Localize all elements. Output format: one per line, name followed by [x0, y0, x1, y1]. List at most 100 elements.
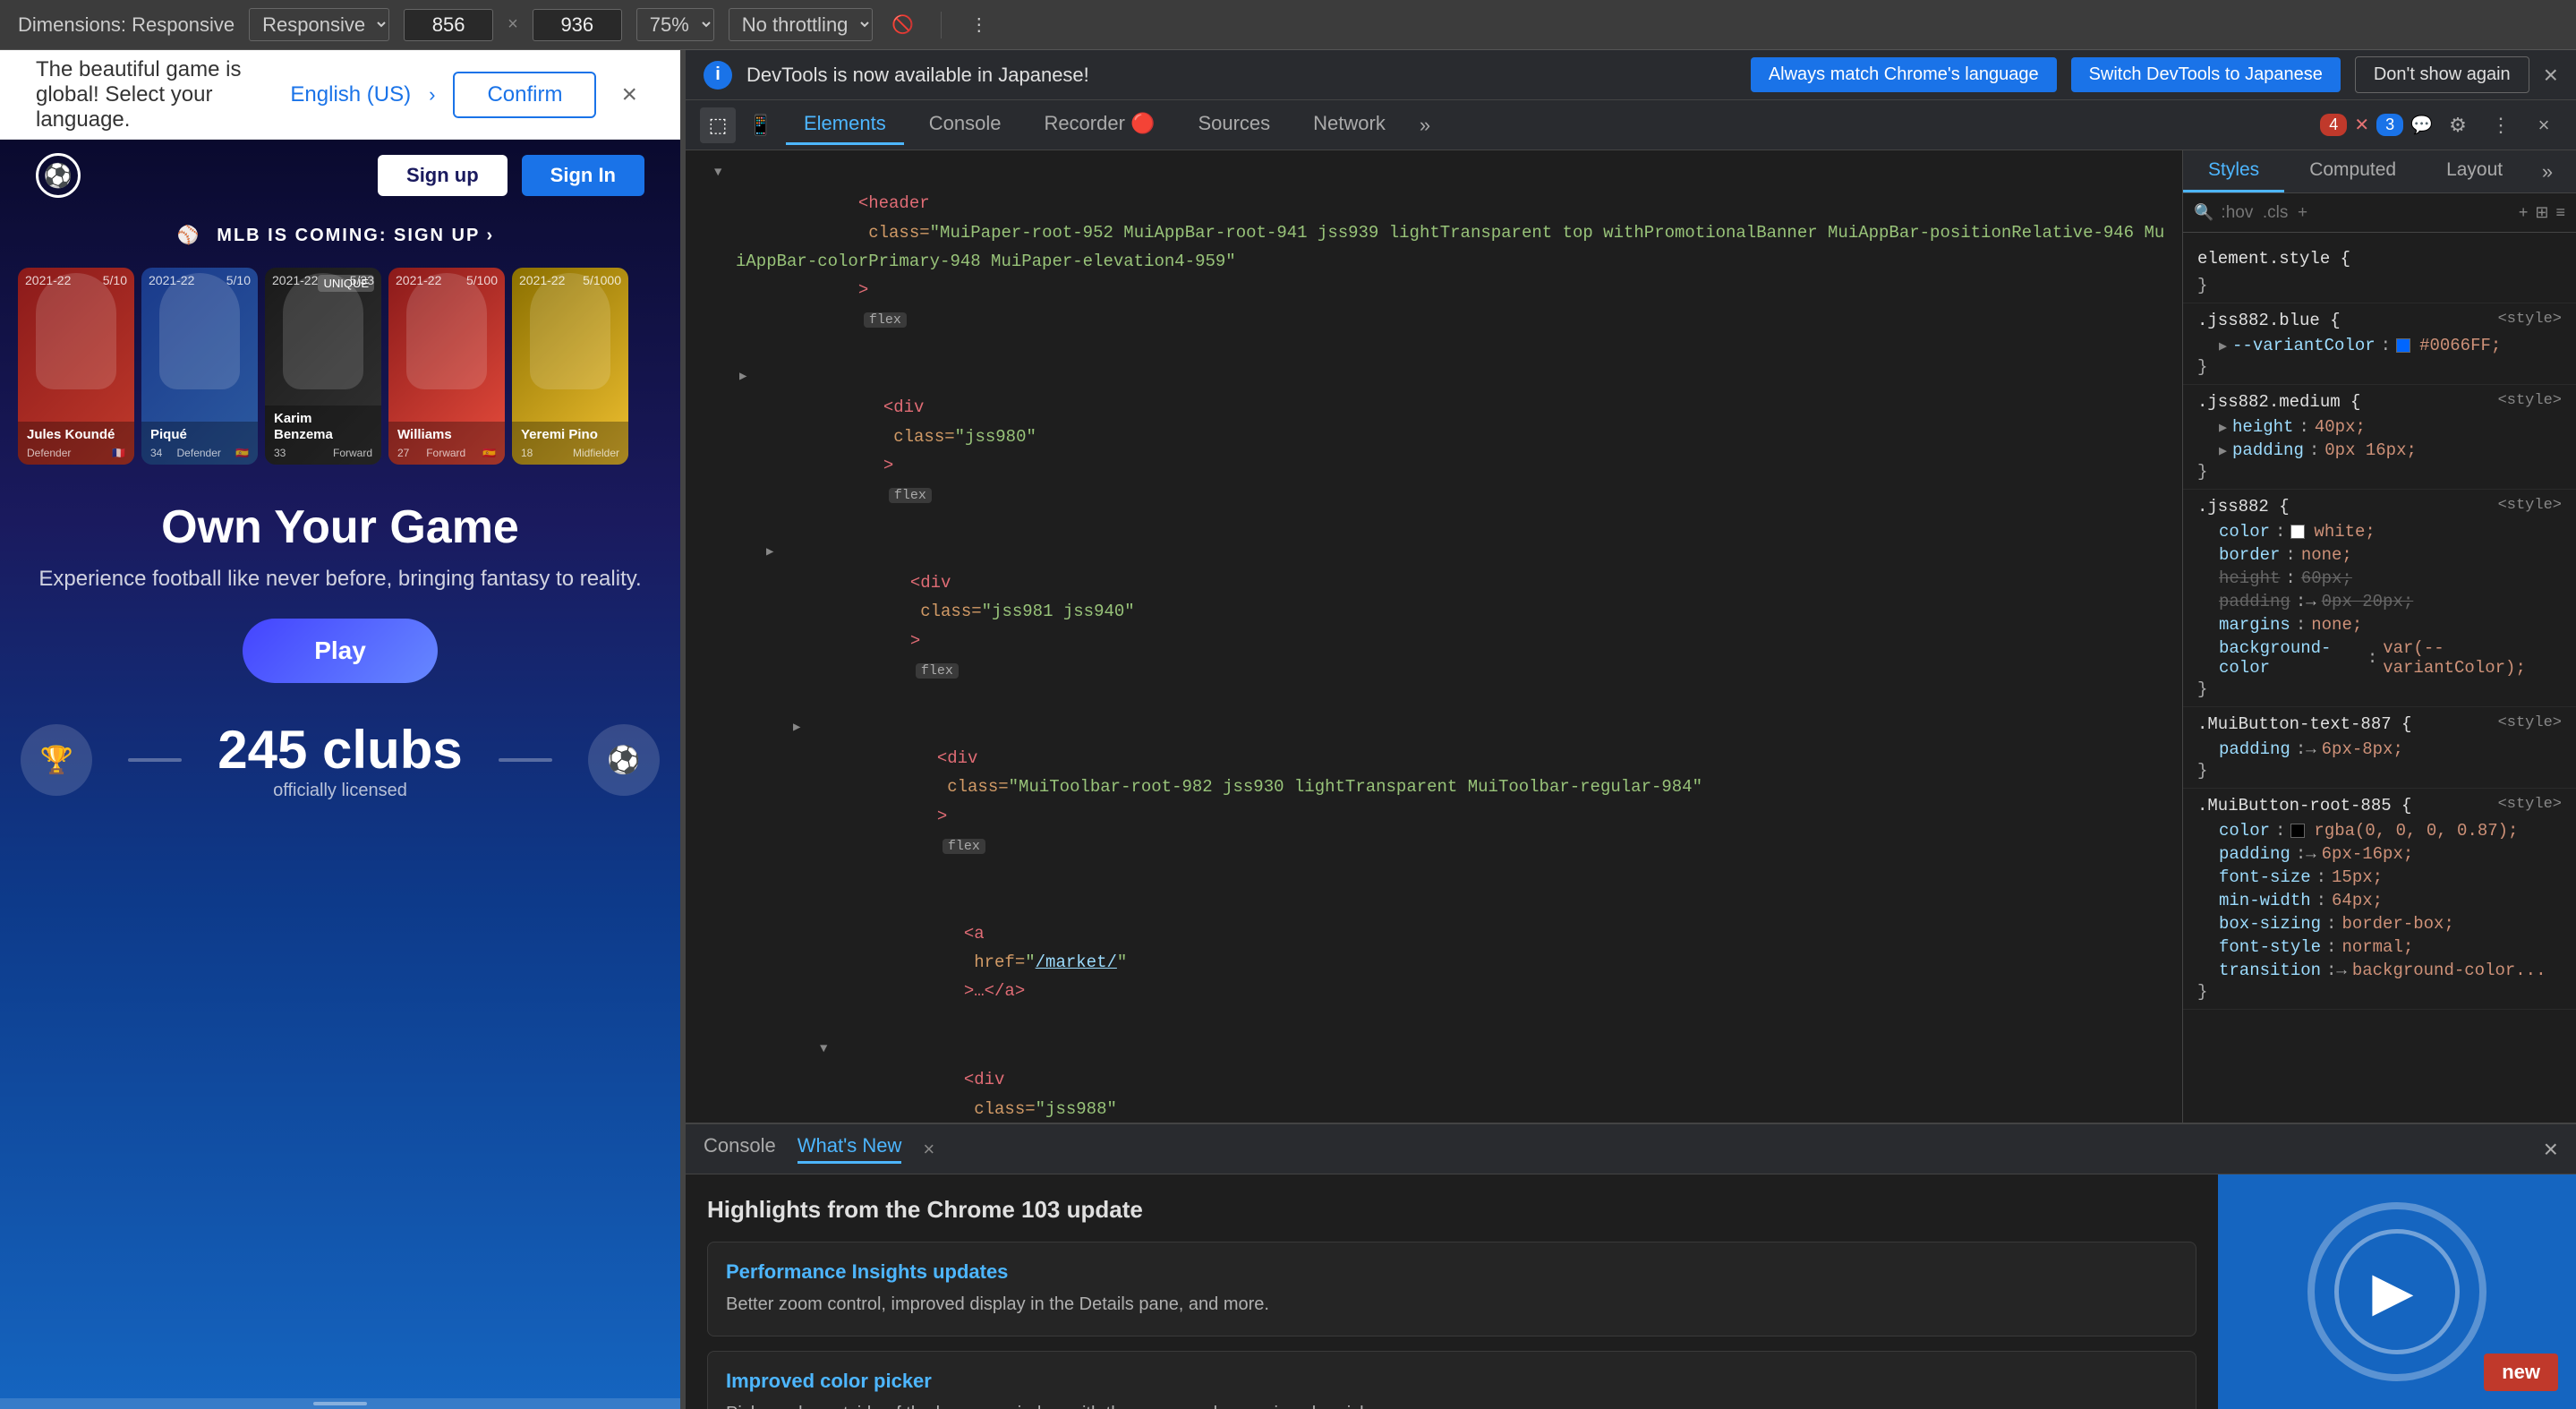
css-colon: :→ — [2296, 739, 2316, 759]
inspect-element-tool[interactable]: ⬚ — [700, 107, 736, 143]
whatsnew-tab-close-button[interactable]: × — [923, 1138, 934, 1161]
club-logo-right: ⚽ — [588, 724, 660, 796]
css-prop-name: color — [2219, 522, 2270, 542]
signup-button[interactable]: Sign up — [378, 155, 508, 196]
css-tab-computed[interactable]: Computed — [2284, 150, 2421, 192]
css-property-strikethrough: height : 60px; — [2197, 567, 2562, 590]
css-prop-name: background-color — [2219, 638, 2362, 678]
player-card[interactable]: 2021-225/10 Jules Koundé Defender🇫🇷 — [18, 268, 134, 465]
color-swatch[interactable] — [2290, 824, 2305, 838]
css-selector: element.style { — [2197, 249, 2562, 269]
main-container: The beautiful game is global! Select you… — [0, 50, 2576, 1409]
css-colon: : — [2367, 648, 2377, 668]
expand-icon[interactable] — [739, 364, 754, 389]
player-card[interactable]: 2021-225/10 Piqué 34Defender🇪🇸 — [141, 268, 258, 465]
html-content: <header class="MuiPaper-root-952 MuiAppB… — [736, 160, 2168, 363]
signin-button[interactable]: Sign In — [522, 155, 644, 196]
html-line[interactable]: <header class="MuiPaper-root-952 MuiAppB… — [686, 159, 2182, 363]
css-colon: : — [2381, 336, 2391, 355]
html-line[interactable]: <div class="jss988" ></div> flex — [686, 1036, 2182, 1123]
color-swatch[interactable] — [2290, 525, 2305, 539]
bottom-tab-console[interactable]: Console — [704, 1134, 776, 1164]
device-emulation-tool[interactable]: 📱 — [743, 107, 779, 143]
css-prop-value: border-box; — [2341, 914, 2453, 934]
css-filter-input[interactable] — [2221, 203, 2511, 223]
language-bar-text: The beautiful game is global! Select you… — [36, 57, 272, 132]
tab-recorder[interactable]: Recorder 🔴 — [1026, 105, 1173, 145]
tab-network[interactable]: Network — [1295, 105, 1403, 145]
card-details: 34Defender🇪🇸 — [150, 447, 249, 459]
play-button[interactable]: Play — [243, 619, 438, 683]
more-css-icon[interactable]: ≡ — [2555, 203, 2565, 222]
css-block-jss882-medium: .jss882.medium { <style> ▶ height : 40px… — [2183, 385, 2576, 490]
player-card[interactable]: 2021-225/100 Williams 27Forward🇪🇸 — [388, 268, 505, 465]
tab-sources[interactable]: Sources — [1180, 105, 1288, 145]
viewport-height-input[interactable]: 936 — [533, 9, 622, 41]
scroll-handle[interactable] — [0, 1398, 680, 1409]
css-panel: Styles Computed Layout » 🔍 + ⊞ ≡ — [2182, 150, 2576, 1123]
css-prop-name: min-width — [2219, 891, 2311, 910]
expand-icon[interactable] — [714, 160, 729, 184]
throttling-dropdown[interactable]: No throttling — [729, 8, 873, 41]
dont-show-again-button[interactable]: Don't show again — [2355, 56, 2529, 93]
add-rule-icon[interactable]: + — [2519, 203, 2529, 222]
css-tab-layout[interactable]: Layout — [2421, 150, 2528, 192]
css-expand-icon[interactable]: ▶ — [2219, 419, 2227, 436]
player-card[interactable]: 2021-225/33 UNIQUE Karim Benzema 33Forwa… — [265, 268, 381, 465]
card-details: 27Forward🇪🇸 — [397, 447, 496, 459]
dimensions-dropdown[interactable]: Responsive — [249, 8, 389, 41]
css-colon: :→ — [2326, 961, 2347, 980]
bottom-panel-close-button[interactable]: × — [2544, 1135, 2558, 1164]
html-line[interactable]: <a href="/market/" >…</a> — [686, 889, 2182, 1035]
match-language-button[interactable]: Always match Chrome's language — [1751, 57, 2057, 92]
devtools-bottom-panel: Console What's New × × Highlights from t… — [686, 1123, 2576, 1409]
more-options-button[interactable]: ⋮ — [963, 9, 995, 41]
play-icon[interactable]: ▶ — [2372, 1260, 2413, 1323]
more-devtools-button[interactable]: ⋮ — [2483, 107, 2519, 143]
switch-japanese-button[interactable]: Switch DevTools to Japanese — [2071, 57, 2341, 92]
expand-icon[interactable] — [766, 540, 780, 564]
css-colon: : — [2285, 545, 2295, 565]
whatsnew-card-performance: Performance Insights updates Better zoom… — [707, 1242, 2196, 1336]
player-card[interactable]: 2021-225/1000 Yeremi Pino 18Midfielder — [512, 268, 628, 465]
css-colon: :→ — [2296, 592, 2316, 611]
mlb-banner[interactable]: ⚾ MLB IS COMING: SIGN UP › — [0, 211, 680, 259]
expand-icon[interactable] — [793, 715, 807, 739]
tab-elements[interactable]: Elements — [786, 105, 904, 145]
expand-icon[interactable] — [820, 1037, 834, 1061]
css-tab-styles[interactable]: Styles — [2183, 150, 2284, 192]
zoom-dropdown[interactable]: 75% — [636, 8, 714, 41]
css-selector: .jss882.blue { — [2197, 311, 2341, 330]
css-prop-name: transition — [2219, 961, 2321, 980]
player-name: Yeremi Pino — [521, 427, 619, 443]
toggle-element-state-icon[interactable]: ⊞ — [2535, 203, 2548, 222]
html-line[interactable]: <div class="jss980" > flex — [686, 363, 2182, 539]
css-expand-icon[interactable]: ▶ — [2219, 442, 2227, 459]
divider-left — [128, 758, 182, 762]
tab-console[interactable]: Console — [911, 105, 1019, 145]
html-panel[interactable]: <header class="MuiPaper-root-952 MuiAppB… — [686, 150, 2182, 1123]
css-close-brace: } — [2197, 761, 2562, 781]
color-swatch[interactable] — [2396, 338, 2410, 353]
bottom-tab-whatsnew[interactable]: What's New — [798, 1134, 902, 1164]
close-devtools-button[interactable]: × — [2526, 107, 2562, 143]
css-expand-icon[interactable]: ▶ — [2219, 337, 2227, 354]
block-icon[interactable]: 🚫 — [887, 9, 919, 41]
language-bar-close-button[interactable]: × — [614, 80, 644, 110]
html-line[interactable]: <div class="jss981 jss940" > flex — [686, 539, 2182, 714]
css-colon: : — [2309, 440, 2319, 460]
css-property: box-sizing : border-box; — [2197, 912, 2562, 935]
viewport-width-input[interactable]: 856 — [404, 9, 493, 41]
toolbar-divider — [941, 12, 942, 38]
settings-icon[interactable]: ⚙ — [2440, 107, 2476, 143]
html-line[interactable]: <div class="MuiToolbar-root-982 jss930 l… — [686, 714, 2182, 890]
css-more-button[interactable]: » — [2529, 154, 2565, 190]
confirm-button[interactable]: Confirm — [453, 72, 596, 118]
css-filter-icons: + ⊞ ≡ — [2519, 203, 2565, 222]
language-selector[interactable]: English (US) — [290, 82, 411, 107]
devtools-info-close-button[interactable]: × — [2544, 61, 2558, 90]
css-prop-value: 6px-8px; — [2322, 739, 2403, 759]
more-tabs-button[interactable]: » — [1411, 110, 1439, 141]
css-selector-row: .MuiButton-root-885 { <style> — [2197, 796, 2562, 819]
bottom-left: Highlights from the Chrome 103 update Pe… — [686, 1174, 2218, 1409]
